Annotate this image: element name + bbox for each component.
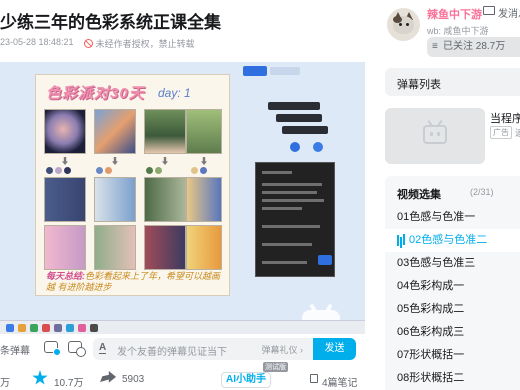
color-swatch <box>146 167 153 174</box>
ai-assistant-button[interactable]: AI小助手 <box>221 372 271 388</box>
summary-label: 每天总结: <box>46 271 85 281</box>
episode-count: (2/31) <box>470 187 494 197</box>
share-icon[interactable] <box>100 371 116 383</box>
color-swatch <box>155 167 162 174</box>
video-meta: 23-05-28 18:48:21 未经作者授权，禁止转载 <box>0 37 195 50</box>
color-swatch <box>55 167 62 174</box>
favorite-star-icon[interactable] <box>32 370 48 385</box>
episode-item[interactable]: 06色彩构成三 <box>385 321 520 344</box>
color-swatch <box>64 167 71 174</box>
color-swatch <box>46 167 53 174</box>
embedded-comment <box>282 126 328 134</box>
message-icon[interactable] <box>483 6 495 15</box>
down-arrow-icon <box>201 157 207 165</box>
embedded-taskbar <box>0 320 365 334</box>
danmaku-settings-icon[interactable] <box>68 341 86 357</box>
artwork-day: day: 1 <box>158 86 191 100</box>
artwork-title: 色彩派对30天 <box>46 85 145 102</box>
video-toolbar: 万 10.7万 5903 AI小助手 测试版 4篇笔记 <box>0 362 365 390</box>
ad-thumbnail[interactable] <box>385 108 485 164</box>
danmaku-bar: 条弹幕 A 发个友善的弹幕见证当下 弹幕礼仪 发送 <box>0 336 365 362</box>
study-painting <box>144 225 186 270</box>
uploader-description: wb: 咸鱼中下游 <box>427 26 489 36</box>
study-painting <box>144 177 186 222</box>
episode-items: 01色感与色准一 02色感与色准二 03色感与色准三 04色彩构成一 05色彩构… <box>385 206 520 390</box>
embedded-tab <box>270 67 300 75</box>
copyright-notice: 未经作者授权，禁止转载 <box>83 37 195 50</box>
no-reprint-icon <box>83 39 93 48</box>
episode-item[interactable]: 01色感与色准一 <box>385 206 520 229</box>
copyright-text: 未经作者授权，禁止转载 <box>95 39 195 49</box>
episode-list-title: 视频选集 <box>397 189 441 201</box>
study-painting <box>94 177 136 222</box>
danmaku-toggle-icon[interactable] <box>44 341 61 356</box>
danmaku-list-label: 弹幕列表 <box>397 79 441 91</box>
embedded-chat-panel <box>255 162 335 277</box>
reference-image-planet <box>44 109 86 154</box>
episode-item[interactable]: 07形状概括一 <box>385 344 520 367</box>
reference-image-room <box>144 109 186 154</box>
danmaku-placeholder: 发个友善的弹幕见证当下 <box>117 347 227 358</box>
color-swatch <box>200 167 207 174</box>
video-player[interactable]: 色彩派对30天 day: 1 每天总结:色彩看起来上了年，希望可以越画越 有进阶… <box>0 62 365 334</box>
color-swatch <box>105 167 112 174</box>
send-message-link[interactable]: 发消息 <box>498 5 520 20</box>
down-arrow-icon <box>112 157 118 165</box>
ad-title[interactable]: 当程序 <box>490 110 520 126</box>
study-painting <box>44 225 86 270</box>
color-swatch <box>191 167 198 174</box>
danmaku-etiquette-link[interactable]: 弹幕礼仪 <box>261 343 303 356</box>
embedded-float-button <box>290 142 300 152</box>
down-arrow-icon <box>62 157 68 165</box>
danmaku-style-icon[interactable]: A <box>99 343 107 354</box>
publish-datetime: 23-05-28 18:48:21 <box>0 37 74 47</box>
note-icon[interactable] <box>310 374 318 383</box>
embedded-comment <box>276 114 322 122</box>
danmaku-count-label: 条弹幕 <box>0 346 30 357</box>
share-count[interactable]: 5903 <box>122 374 144 385</box>
ad-subtitle: 追 <box>515 128 520 138</box>
reference-image-sky <box>94 109 136 154</box>
uploader-name[interactable]: 辣鱼中下游 <box>427 6 482 22</box>
notes-count[interactable]: 4篇笔记 <box>322 374 358 389</box>
color-swatch <box>96 167 103 174</box>
uploader-avatar[interactable] <box>387 8 420 41</box>
favorite-count[interactable]: 10.7万 <box>54 374 83 389</box>
bilibili-tv-icon <box>423 125 447 144</box>
followed-button[interactable]: 已关注 28.7万 <box>427 37 520 57</box>
episode-item[interactable]: 05色彩构成二 <box>385 298 520 321</box>
embedded-tab <box>243 66 267 76</box>
episode-item[interactable]: 08形状概括二 <box>385 367 520 390</box>
study-painting <box>94 225 136 270</box>
video-frame-artwork: 色彩派对30天 day: 1 每天总结:色彩看起来上了年，希望可以越画越 有进阶… <box>35 74 230 296</box>
danmaku-input[interactable]: A 发个友善的弹幕见证当下 弹幕礼仪 <box>93 338 313 360</box>
ai-assistant-label: AI小助手 <box>226 374 266 385</box>
episode-item-active[interactable]: 02色感与色准二 <box>385 229 520 252</box>
episode-item[interactable]: 03色感与色准三 <box>385 252 520 275</box>
ad-tag: 广告 <box>490 126 512 139</box>
embedded-float-button <box>313 142 323 152</box>
like-count[interactable]: 万 <box>0 374 10 389</box>
episode-item[interactable]: 04色彩构成一 <box>385 275 520 298</box>
embedded-comment <box>268 102 320 110</box>
beta-tag: 测试版 <box>263 362 288 372</box>
artwork-summary: 每天总结:色彩看起来上了年，希望可以越画越 有进阶越进步 <box>46 271 226 293</box>
danmaku-list-toggle[interactable]: 弹幕列表 <box>385 68 520 96</box>
episode-list: 视频选集 (2/31) 01色感与色准一 02色感与色准二 03色感与色准三 0… <box>385 176 520 390</box>
study-painting <box>44 177 86 222</box>
send-danmaku-button[interactable]: 发送 <box>313 338 356 360</box>
video-title: 少练三年的色彩系统正课全集 <box>0 13 221 32</box>
study-painting <box>186 225 222 270</box>
down-arrow-icon <box>162 157 168 165</box>
study-painting <box>186 177 222 222</box>
reference-image-plant <box>186 109 222 154</box>
